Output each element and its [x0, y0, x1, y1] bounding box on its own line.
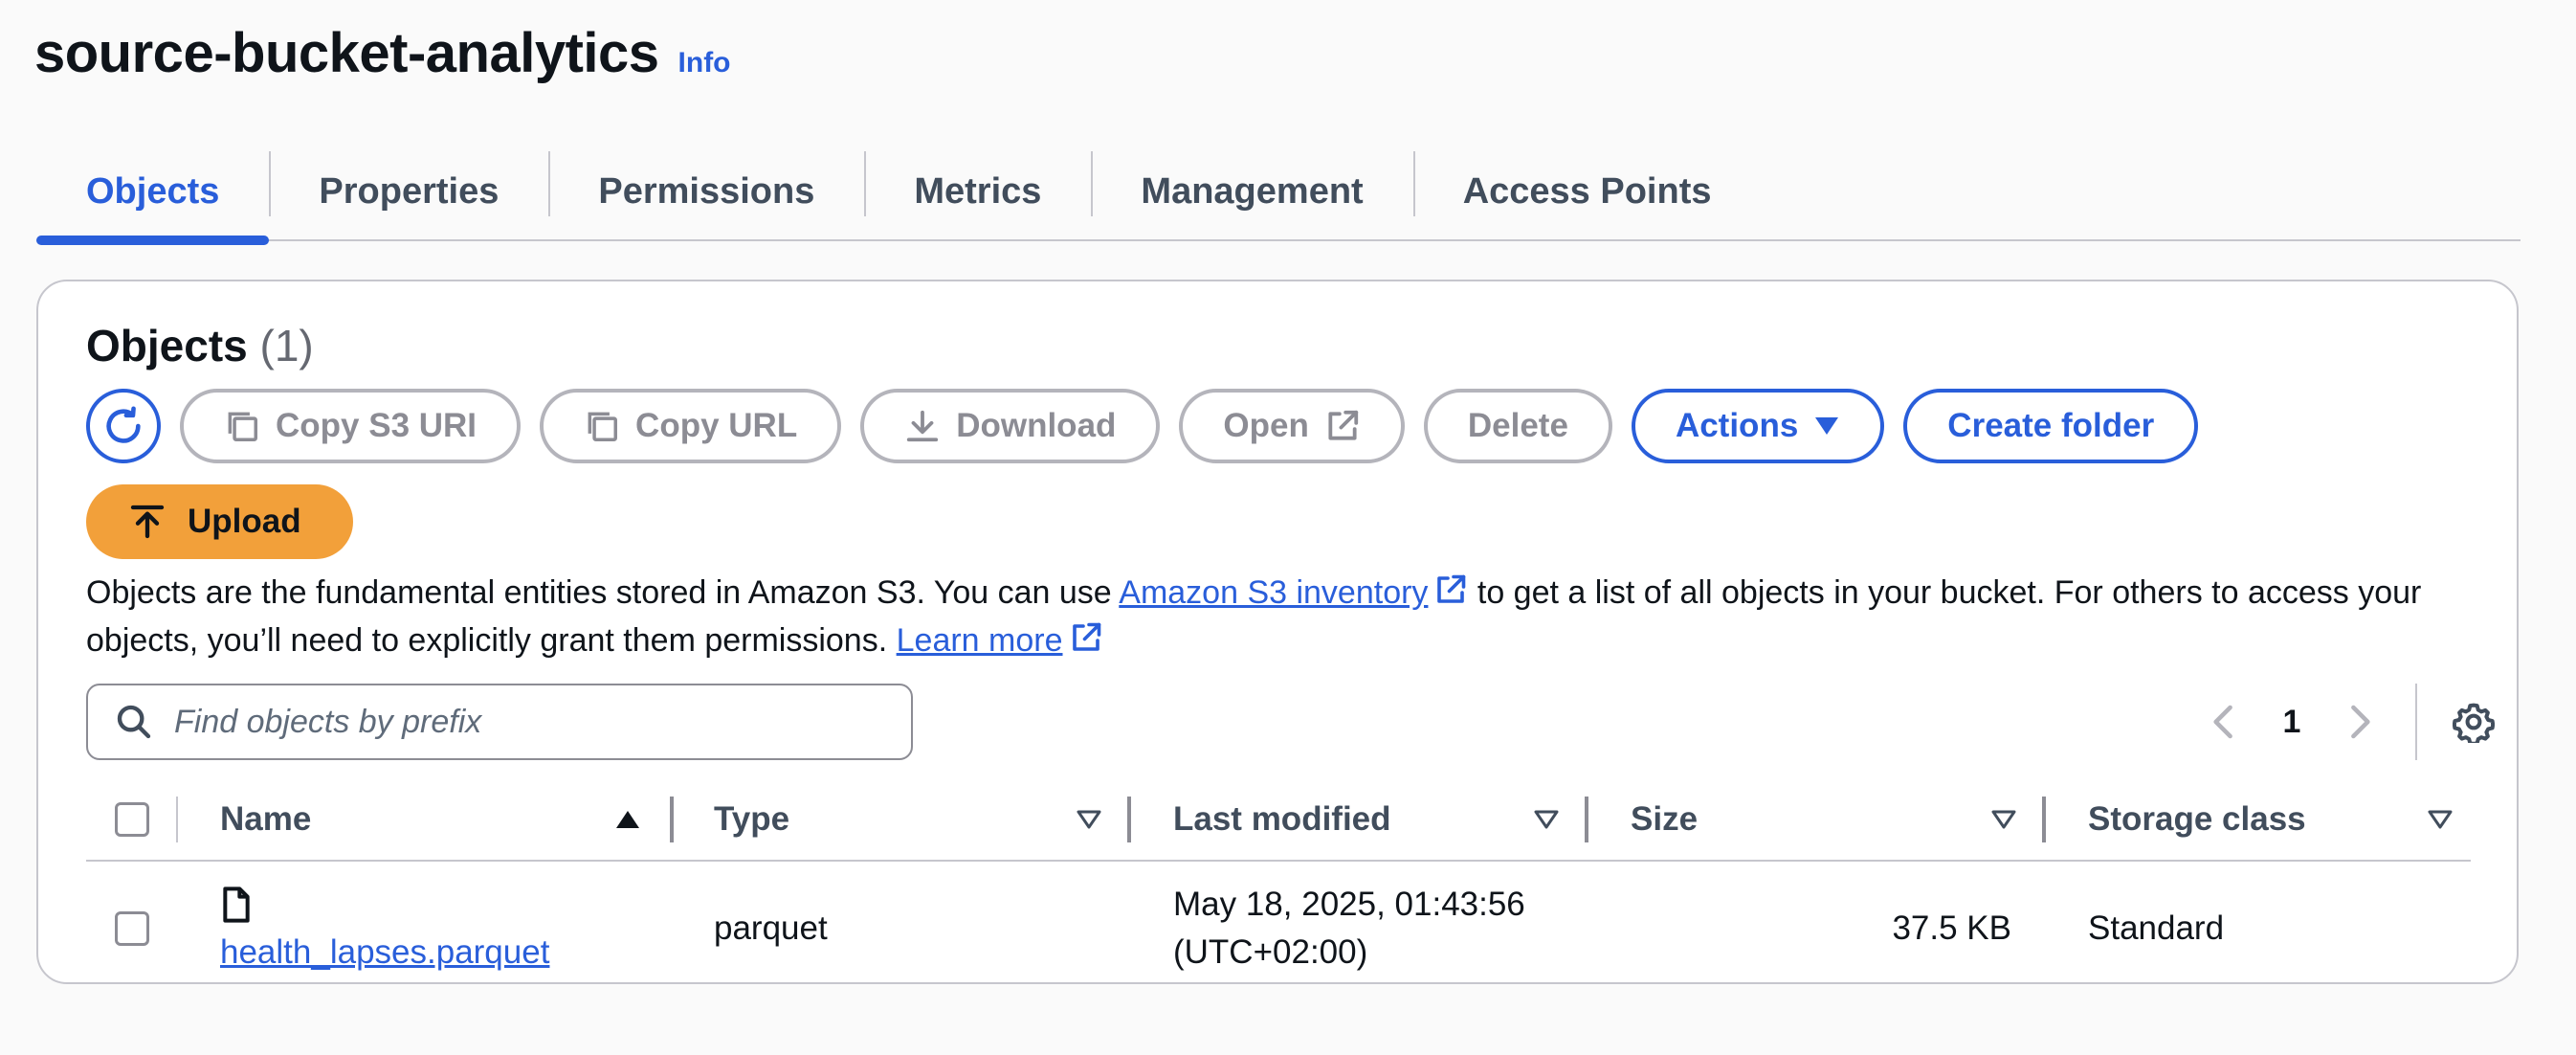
table-header: Name Type Last modified Size Storage cla… — [86, 779, 2471, 862]
create-folder-button[interactable]: Create folder — [1903, 389, 2199, 463]
last-modified-date: May 18, 2025, 01:43:56 — [1173, 886, 1525, 923]
objects-panel: Objects (1) Copy S3 URI Copy URL Downloa… — [36, 280, 2519, 984]
objects-title: Objects — [86, 321, 248, 370]
external-link-icon — [1437, 574, 1466, 603]
s3-inventory-link[interactable]: Amazon S3 inventory — [1119, 574, 1428, 611]
upload-label: Upload — [188, 503, 301, 540]
chevron-right-icon — [2351, 705, 2370, 739]
copy-url-label: Copy URL — [635, 407, 798, 444]
search-field[interactable] — [86, 684, 913, 760]
search-input[interactable] — [172, 702, 903, 742]
open-label: Open — [1223, 407, 1309, 444]
objects-toolbar: Copy S3 URI Copy URL Download Open Delet… — [86, 389, 2199, 463]
name-cell: health_lapses.parquet — [220, 862, 549, 996]
pagination: 1 — [2191, 684, 2507, 760]
actions-label: Actions — [1675, 407, 1799, 444]
sort-icon[interactable] — [1533, 779, 1560, 860]
column-header-name[interactable]: Name — [220, 779, 311, 860]
actions-dropdown[interactable]: Actions — [1631, 389, 1885, 463]
objects-description: Objects are the fundamental entities sto… — [86, 569, 2478, 664]
tab-management[interactable]: Management — [1091, 144, 1412, 239]
previous-page-button[interactable] — [2191, 704, 2258, 740]
row-select-cell — [115, 862, 149, 996]
tab-objects[interactable]: Objects — [36, 144, 270, 245]
last-modified-cell: May 18, 2025, 01:43:56 (UTC+02:00) — [1173, 862, 1525, 996]
refresh-button[interactable] — [86, 389, 161, 463]
caret-down-icon — [1815, 417, 1839, 435]
copy-s3-uri-button[interactable]: Copy S3 URI — [180, 389, 522, 463]
sort-icon[interactable] — [2427, 779, 2454, 860]
current-page-number[interactable]: 1 — [2258, 704, 2325, 741]
upload-icon — [130, 505, 165, 539]
row-checkbox[interactable] — [115, 911, 149, 946]
next-page-button[interactable] — [2325, 704, 2392, 740]
info-link[interactable]: Info — [678, 47, 731, 79]
copy-icon — [588, 412, 618, 441]
column-resize-handle[interactable] — [1127, 797, 1131, 842]
select-all-checkbox[interactable] — [115, 802, 149, 837]
column-resize-handle[interactable] — [2042, 797, 2046, 842]
gear-icon — [2453, 703, 2495, 743]
tab-access-points[interactable]: Access Points — [1412, 144, 1762, 239]
upload-button[interactable]: Upload — [86, 484, 353, 559]
type-cell: parquet — [714, 909, 828, 947]
copy-icon — [228, 412, 257, 441]
objects-count: (1) — [259, 321, 314, 370]
chevron-left-icon — [2213, 705, 2232, 739]
select-all-cell — [115, 779, 149, 860]
page-title: source-bucket-analytics — [34, 22, 659, 84]
object-name-link[interactable]: health_lapses.parquet — [220, 933, 549, 972]
column-header-size[interactable]: Size — [1631, 779, 1698, 860]
bucket-tabs: Objects Properties Permissions Metrics M… — [36, 144, 2520, 245]
pager-divider — [2415, 684, 2417, 760]
column-header-last-modified[interactable]: Last modified — [1173, 779, 1391, 860]
storage-class-cell: Standard — [2088, 909, 2225, 947]
objects-heading: Objects (1) — [86, 320, 314, 371]
objects-table: Name Type Last modified Size Storage cla… — [86, 779, 2471, 996]
column-header-storage-class[interactable]: Storage class — [2088, 779, 2306, 860]
download-icon — [907, 410, 939, 442]
sort-icon[interactable] — [1990, 779, 2017, 860]
column-resize-handle[interactable] — [670, 797, 674, 842]
sort-icon[interactable] — [1076, 779, 1102, 860]
copy-url-button[interactable]: Copy URL — [540, 389, 842, 463]
page-header: source-bucket-analytics Info — [34, 21, 731, 85]
delete-button[interactable]: Delete — [1423, 389, 1612, 463]
size-cell: 37.5 KB — [1892, 909, 2011, 947]
tab-permissions[interactable]: Permissions — [548, 144, 864, 239]
delete-label: Delete — [1467, 407, 1568, 444]
file-icon — [223, 887, 250, 923]
description-text-1: Objects are the fundamental entities sto… — [86, 574, 1120, 611]
external-link-icon — [1328, 410, 1359, 440]
sort-ascending-icon[interactable] — [614, 779, 641, 860]
external-link-icon — [1072, 622, 1100, 651]
column-header-type[interactable]: Type — [714, 779, 789, 860]
table-preferences-button[interactable] — [2440, 701, 2507, 743]
last-modified-timezone: (UTC+02:00) — [1173, 933, 1368, 971]
tab-metrics[interactable]: Metrics — [864, 144, 1091, 239]
refresh-icon — [106, 406, 141, 443]
search-icon — [117, 705, 151, 739]
table-row: health_lapses.parquet parquet May 18, 20… — [86, 862, 2471, 996]
create-folder-label: Create folder — [1947, 407, 2155, 444]
column-resize-handle[interactable] — [1585, 797, 1588, 842]
download-button[interactable]: Download — [860, 389, 1161, 463]
copy-s3-uri-label: Copy S3 URI — [276, 407, 477, 444]
tab-properties[interactable]: Properties — [269, 144, 548, 239]
open-button[interactable]: Open — [1179, 389, 1405, 463]
learn-more-link[interactable]: Learn more — [897, 622, 1063, 659]
download-label: Download — [956, 407, 1117, 444]
column-divider — [176, 797, 178, 842]
